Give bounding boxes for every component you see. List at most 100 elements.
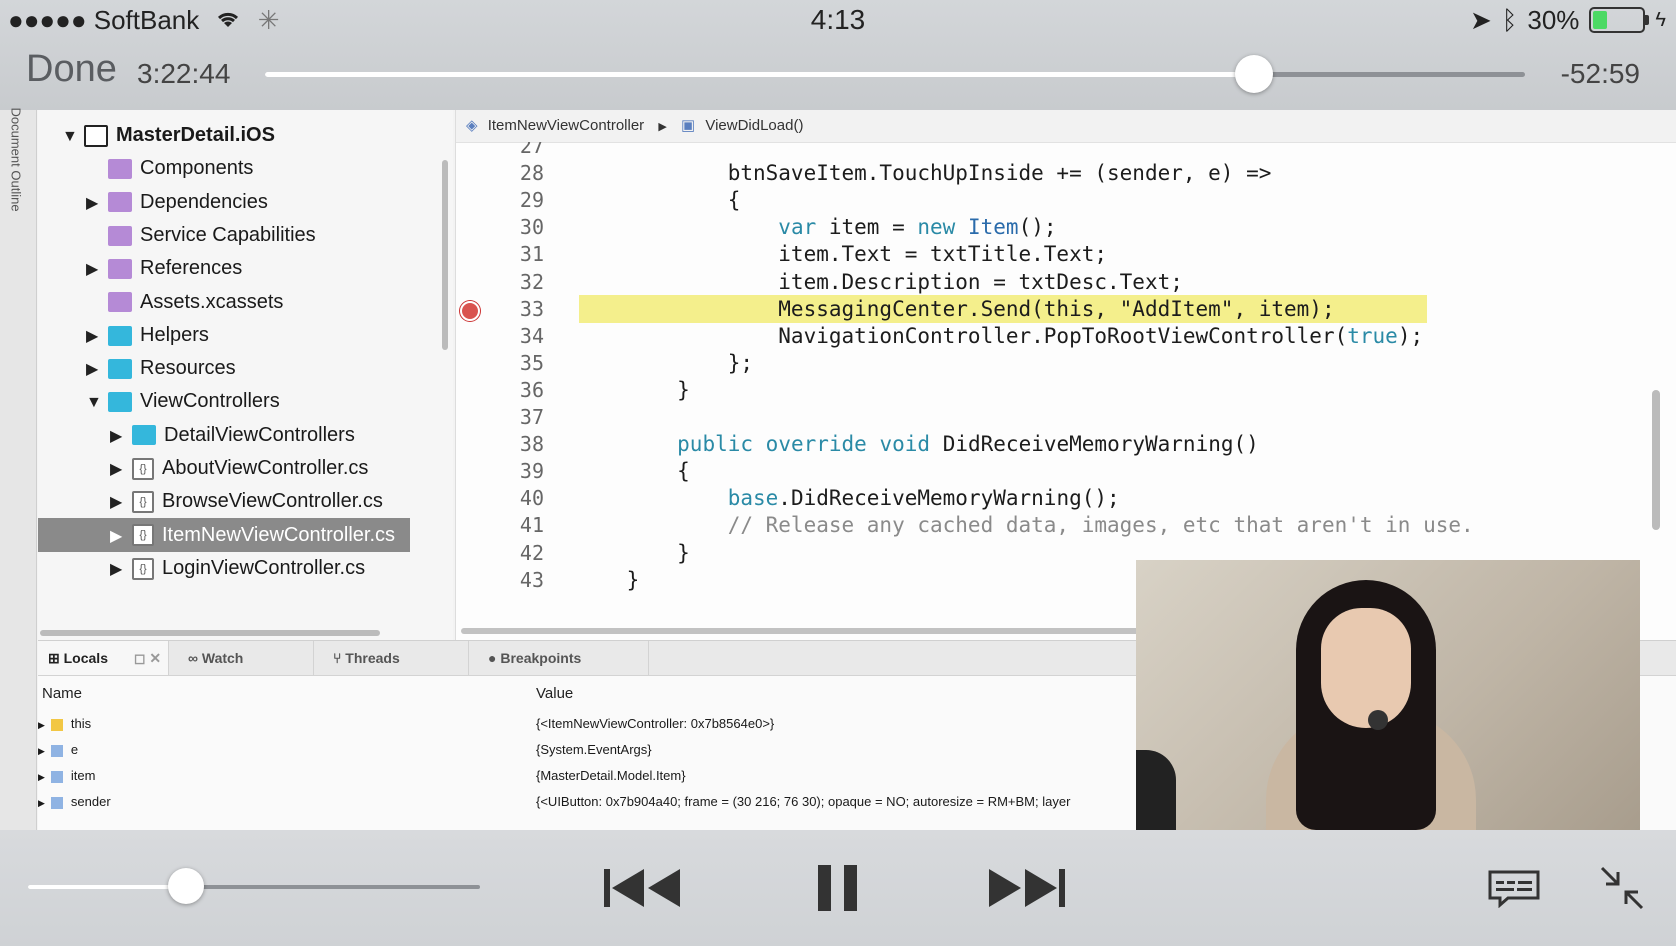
bluetooth-icon: ᛒ [1501, 5, 1518, 35]
playback-scrubber[interactable] [265, 55, 1525, 93]
column-name[interactable]: Name [42, 685, 82, 702]
editor-scrollbar[interactable] [1652, 390, 1660, 530]
expand-right-icon[interactable]: ▶ [38, 720, 45, 730]
expand-right-icon[interactable]: ▶ [38, 746, 45, 756]
tab-threads[interactable]: ⑂ Threads [323, 641, 469, 675]
line-number: 27 [519, 142, 544, 158]
expand-right-icon[interactable]: ▶ [110, 520, 132, 554]
player-top-bar: ●●●●● SoftBank ✳ 4:13 ➤ ᛒ 30% ϟ Done 3:2… [0, 0, 1676, 110]
code-line[interactable]: btnSaveItem.TouchUpInside += (sender, e)… [576, 161, 1272, 185]
tree-item[interactable]: Components [38, 151, 410, 185]
expand-right-icon[interactable]: ▶ [38, 772, 45, 782]
speaker-video[interactable] [1136, 560, 1640, 830]
line-number: 41 [519, 513, 544, 538]
expand-right-icon[interactable]: ▶ [86, 320, 108, 354]
scrubber-thumb[interactable] [1235, 55, 1274, 93]
next-track-button[interactable] [985, 860, 1069, 916]
expand-right-icon[interactable]: ▶ [38, 798, 45, 808]
breadcrumb-class[interactable]: ItemNewViewController [488, 117, 644, 134]
cs-file-icon: {} [132, 557, 154, 580]
volume-slider[interactable] [28, 868, 480, 904]
locals-row[interactable]: ▶ e [38, 737, 78, 763]
previous-icon [604, 869, 680, 907]
tree-item[interactable]: ▼ ViewControllers [38, 384, 410, 418]
code-line[interactable]: public override void DidReceiveMemoryWar… [576, 432, 1259, 456]
tree-item[interactable]: ▶{} BrowseViewController.cs [38, 484, 410, 518]
locals-row[interactable]: ▶ item [38, 763, 95, 789]
expand-right-icon[interactable]: ▶ [86, 187, 108, 221]
tab-watch[interactable]: ∞ Watch [178, 641, 314, 675]
code-line[interactable]: } [576, 378, 690, 402]
code-line[interactable]: } [576, 568, 640, 592]
pause-button[interactable] [810, 860, 866, 916]
tree-item[interactable]: ▶ DetailViewControllers [38, 418, 410, 452]
editor-hscrollbar[interactable] [461, 628, 1161, 634]
expand-right-icon[interactable]: ▶ [86, 253, 108, 287]
code-line[interactable]: MessagingCenter.Send(this, "AddItem", it… [576, 297, 1334, 321]
expand-right-icon[interactable]: ▶ [110, 453, 132, 487]
code-line[interactable]: // Release any cached data, images, etc … [576, 513, 1474, 537]
expand-right-icon[interactable]: ▶ [110, 486, 132, 520]
tree-item[interactable]: Service Capabilities [38, 218, 410, 252]
breadcrumb-method[interactable]: ViewDidLoad() [705, 117, 803, 134]
code-area[interactable]: 27 28 btnSaveItem.TouchUpInside += (sende… [456, 142, 1676, 628]
code-line[interactable]: base.DidReceiveMemoryWarning(); [576, 486, 1120, 510]
code-line[interactable]: }; [576, 351, 753, 375]
tree-item[interactable]: ▼ MasterDetail.iOS [38, 118, 410, 152]
code-line[interactable]: { [576, 188, 741, 212]
code-line[interactable]: } [576, 541, 690, 565]
tree-item[interactable]: ▶{} ItemNewViewController.cs [38, 517, 410, 554]
expand-right-icon[interactable]: ▶ [86, 353, 108, 387]
status-right: ➤ ᛒ 30% ϟ [1470, 0, 1666, 40]
local-value: {MasterDetail.Model.Item} [536, 768, 686, 783]
expand-down-icon[interactable]: ▼ [86, 386, 108, 420]
video-shadow-shape [1136, 750, 1176, 830]
tab-breakpoints[interactable]: ● Breakpoints [478, 641, 649, 675]
code-line[interactable]: var item = new Item(); [576, 215, 1056, 239]
subtitles-button[interactable] [1484, 860, 1544, 916]
solution-explorer: ▼ MasterDetail.iOS Components ▶ Dependencies… [38, 110, 453, 640]
line-number: 28 [519, 161, 544, 186]
close-icon[interactable]: ✕ [149, 650, 161, 666]
column-value[interactable]: Value [536, 685, 573, 702]
expand-right-icon[interactable]: ▶ [110, 420, 132, 454]
purple-folder-icon [108, 225, 132, 246]
code-line[interactable]: NavigationController.PopToRootViewContro… [576, 324, 1423, 348]
remaining-time: -52:59 [1560, 58, 1640, 89]
document-outline-strip[interactable]: Document Outline [0, 108, 37, 830]
expand-down-icon[interactable]: ▼ [62, 120, 84, 154]
tree-item[interactable]: ▶ Dependencies [38, 185, 410, 219]
tree-item[interactable]: ▶{} AboutViewController.cs [38, 451, 410, 485]
tree-item-label: References [140, 257, 243, 280]
locals-row[interactable]: ▶ sender [38, 789, 111, 815]
tree-item[interactable]: ▶ References [38, 251, 410, 285]
solution-scrollbar[interactable] [442, 160, 448, 350]
previous-track-button[interactable] [600, 860, 684, 916]
local-name: sender [70, 794, 111, 809]
code-line[interactable]: { [576, 459, 690, 483]
speaker-face [1321, 608, 1411, 728]
breadcrumb: ◈ ItemNewViewController ▶ ▣ ViewDidLoad(… [456, 110, 1676, 143]
tree-item-label: ItemNewViewController.cs [162, 523, 396, 546]
code-line[interactable]: item.Description = txtDesc.Text; [576, 270, 1183, 294]
next-icon [989, 869, 1065, 907]
locals-row[interactable]: ▶ this [38, 711, 91, 737]
local-value: {System.EventArgs} [536, 742, 652, 757]
done-button[interactable]: Done [26, 48, 117, 91]
code-line[interactable]: item.Text = txtTitle.Text; [576, 242, 1107, 266]
exit-fullscreen-button[interactable] [1594, 860, 1650, 916]
tree-item[interactable]: ▶{} LoginViewController.cs [38, 551, 410, 585]
volume-thumb[interactable] [168, 868, 205, 904]
cyan-folder-icon [108, 325, 132, 346]
tree-item[interactable]: ▶ Resources [38, 351, 410, 385]
tree-item[interactable]: ▶ Helpers [38, 318, 410, 352]
tab-locals[interactable]: ⊞ Locals ◻ ✕ [38, 641, 169, 675]
breakpoint-icon[interactable] [460, 300, 480, 321]
battery-icon [1589, 7, 1650, 33]
pad-options-icon[interactable]: ◻ [134, 650, 146, 666]
tab-breakpoints-label: Breakpoints [500, 650, 582, 666]
solution-hscrollbar[interactable] [40, 630, 380, 636]
tree-item[interactable]: Assets.xcassets [38, 285, 410, 319]
elapsed-time: 3:22:44 [137, 58, 231, 89]
expand-right-icon[interactable]: ▶ [110, 553, 132, 587]
